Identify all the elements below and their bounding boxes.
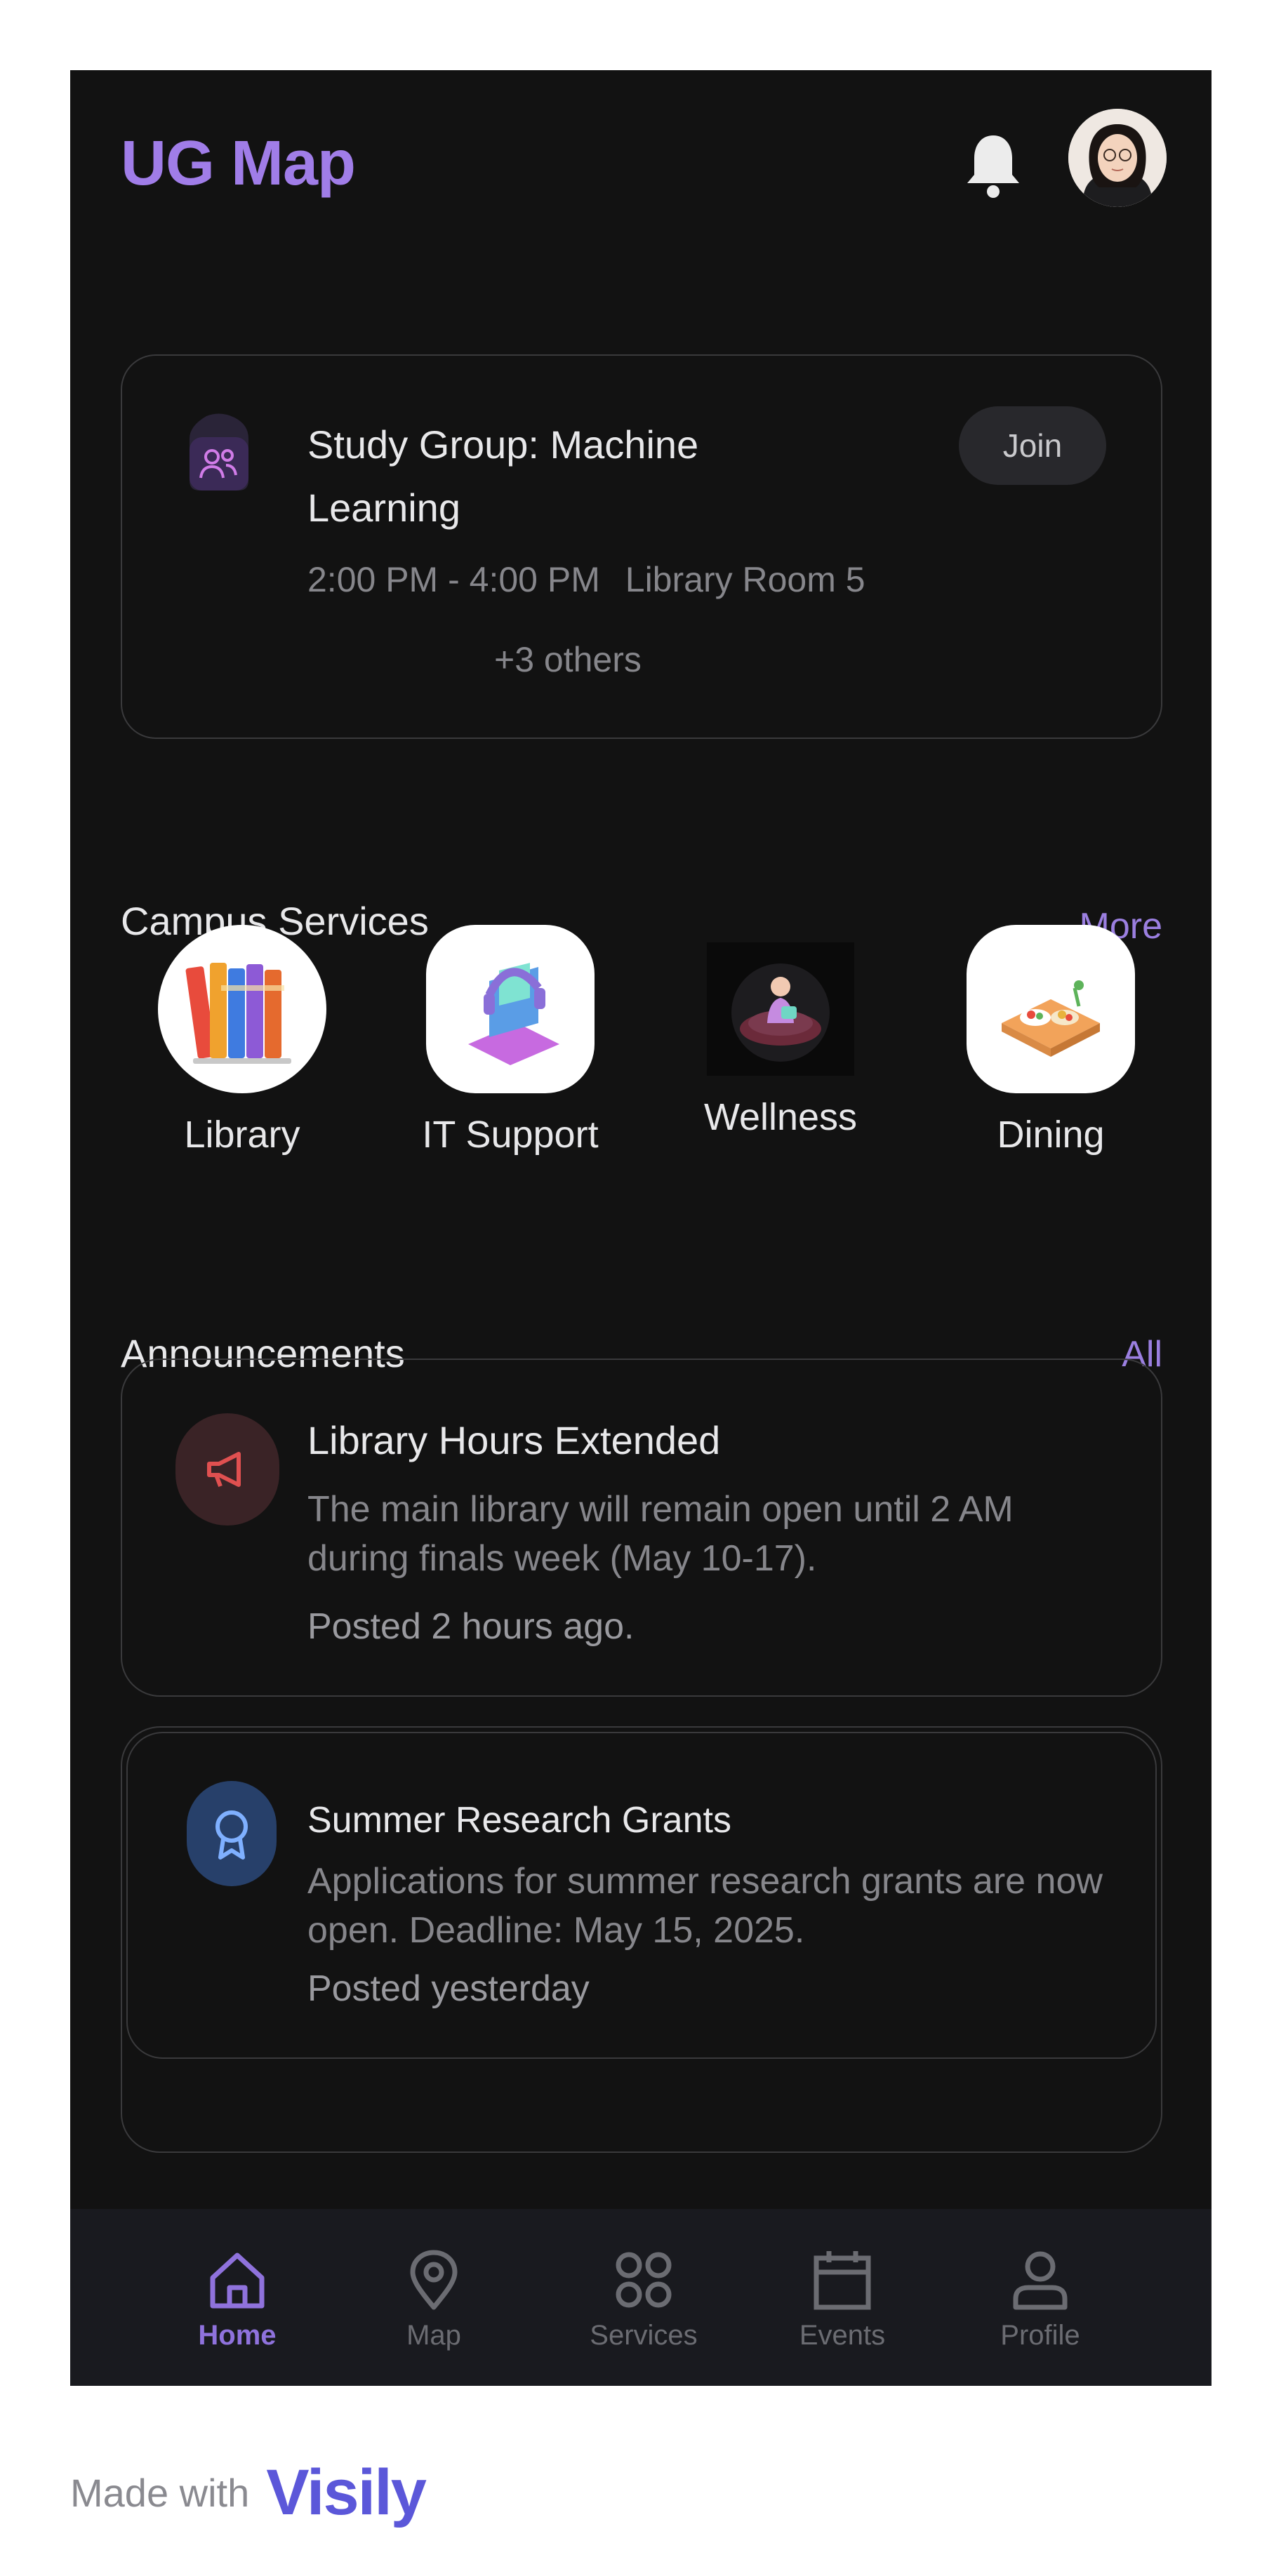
event-title: Study Group: Machine Learning [307,422,699,530]
nav-label: Home [198,2320,277,2351]
nav-label: Events [799,2320,886,2351]
wellness-icon [707,942,854,1076]
avatar[interactable] [1068,109,1167,207]
service-label: IT Support [422,1114,599,1156]
calendar-icon [814,2251,871,2310]
event-time: 2:00 PM - 4:00 PM [307,560,600,599]
event-card[interactable]: Study Group: Machine Learning Join 2:00 … [121,354,1162,739]
service-dining[interactable]: Dining [945,925,1156,1156]
service-it-support[interactable]: IT Support [405,925,616,1156]
made-with-footer[interactable]: Made with Visily [70,2456,427,2530]
nav-label: Profile [1000,2320,1080,2351]
nav-events[interactable]: Events [772,2248,912,2351]
user-icon [1013,2251,1068,2310]
event-meta: 2:00 PM - 4:00 PM Library Room 5 [307,559,865,600]
map-pin-icon [410,2250,458,2310]
nav-label: Map [406,2320,461,2351]
app-title: UG Map [121,128,356,199]
event-location: Library Room 5 [625,560,865,599]
join-button[interactable]: Join [959,406,1106,485]
nav-label: Services [590,2320,698,2351]
grid-icon [616,2252,672,2308]
app-screen: UG Map Study Group: Machine Learning Joi… [70,70,1212,2386]
announcement-body: The main library will remain open until … [307,1489,1014,1579]
home-icon [210,2253,265,2309]
nav-profile[interactable]: Profile [970,2248,1110,2351]
announcement-title: Library Hours Extended [307,1418,721,1462]
megaphone-icon [175,1413,279,1526]
service-label: Wellness [703,1096,858,1138]
announcement-title: Summer Research Grants [307,1800,731,1841]
announcement-body: Applications for summer research grants … [307,1861,1103,1951]
headset-laptop-icon [426,925,595,1093]
nav-services[interactable]: Services [573,2248,714,2351]
announcement-card[interactable]: Summer Research Grants Applications for … [126,1732,1157,2059]
visily-logo: Visily [266,2457,427,2528]
service-wellness[interactable]: Wellness [675,925,886,1139]
bottom-nav: Home Map Services Events Profile [70,2209,1212,2386]
service-label: Library [184,1114,300,1156]
service-library[interactable]: Library [137,925,347,1156]
nav-home[interactable]: Home [167,2248,307,2351]
food-tray-icon [967,925,1135,1093]
made-with-label: Made with [70,2471,250,2515]
announcement-card[interactable]: Library Hours Extended The main library … [121,1359,1162,1697]
announcement-card-outer: Summer Research Grants Applications for … [121,1726,1162,2153]
announcement-posted: Posted 2 hours ago. [307,1606,635,1647]
service-label: Dining [997,1114,1105,1156]
books-icon [158,925,326,1093]
award-icon [187,1781,277,1886]
event-attendees: +3 others [494,640,642,679]
notification-bell-icon[interactable] [951,123,1035,207]
announcement-posted: Posted yesterday [307,1968,590,2009]
study-group-icon [185,411,261,490]
nav-map[interactable]: Map [364,2248,504,2351]
